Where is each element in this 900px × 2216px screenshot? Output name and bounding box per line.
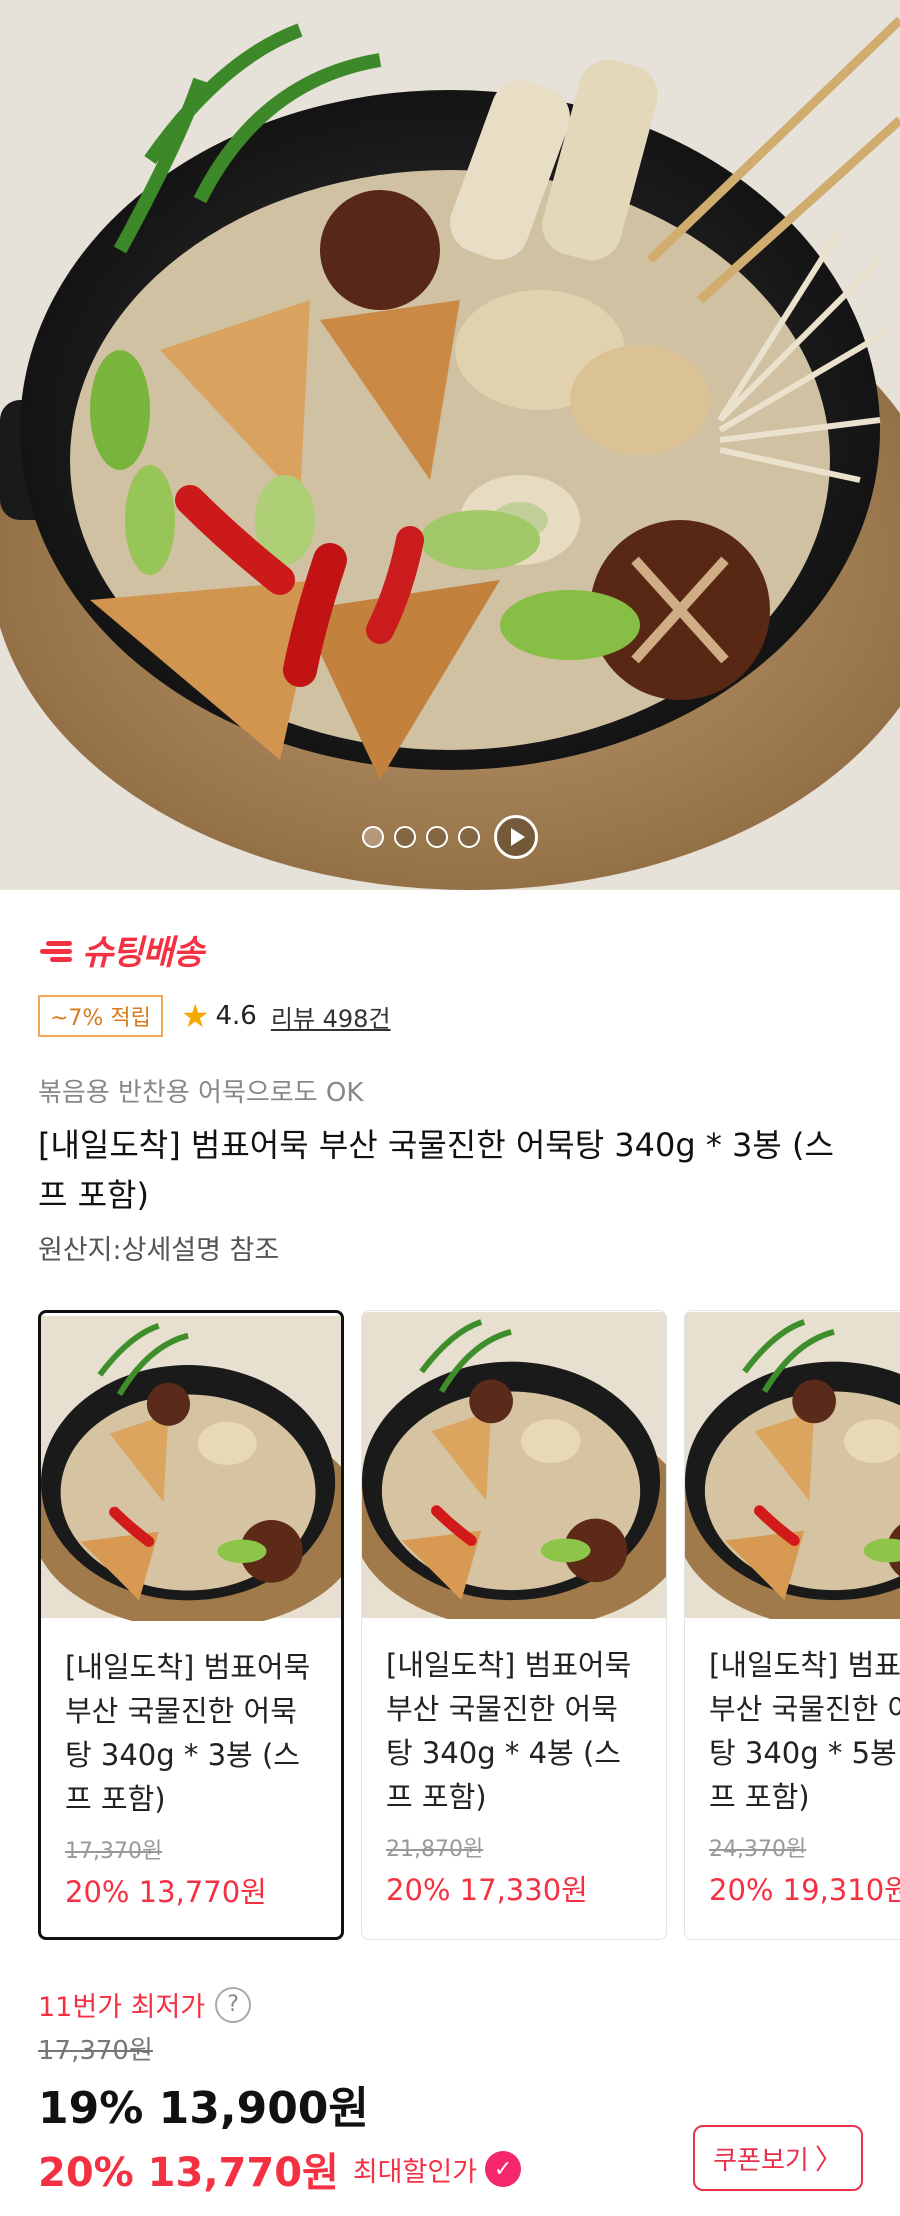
delivery-label: 슈팅배송 <box>82 933 204 973</box>
carousel-dot-3[interactable] <box>426 826 448 848</box>
rating-row: ~7% 적립 ★ 4.6 리뷰 498건 <box>38 995 391 1037</box>
option-price: 20% 17,330원 <box>386 1873 588 1907</box>
carousel-play-button[interactable] <box>494 815 538 859</box>
carousel-indicator <box>362 815 538 859</box>
option-title: [내일도착] 범표어묵 부산 국물진한 어묵탕 340g * 5봉 (스프 포함… <box>709 1648 900 1814</box>
option-price: 20% 13,770원 <box>65 1875 267 1909</box>
points-badge: ~7% 적립 <box>38 995 163 1037</box>
product-subtitle: 볶음용 반찬용 어묵으로도 OK <box>38 1078 364 1108</box>
option-original-price: 21,870원 <box>386 1837 484 1862</box>
option-card-2[interactable]: [내일도착] 범표어묵 부산 국물진한 어묵탕 340g * 4봉 (스프 포함… <box>361 1310 667 1940</box>
max-discount-row: 20% 13,770원 최대할인가 ✓ <box>38 2140 522 2198</box>
carousel-dot-4[interactable] <box>458 826 480 848</box>
help-icon[interactable]: ? <box>215 1986 252 2023</box>
original-price: 17,370원 <box>38 2036 153 2066</box>
lowest-price-label: 11번가 최저가 <box>38 1992 206 2023</box>
play-icon <box>511 828 525 846</box>
option-title: [내일도착] 범표어묵 부산 국물진한 어묵탕 340g * 4봉 (스프 포함… <box>386 1648 632 1814</box>
rating-score: 4.6 <box>215 1001 257 1031</box>
option-original-price: 24,370원 <box>709 1837 807 1862</box>
option-title: [내일도착] 범표어묵 부산 국물진한 어묵탕 340g * 3봉 (스프 포함… <box>65 1650 311 1816</box>
carousel-dot-2[interactable] <box>394 826 416 848</box>
product-title: [내일도착] 범표어묵 부산 국물진한 어묵탕 340g * 3봉 (스프 포함… <box>38 1126 834 1214</box>
chevron-right-icon: 〉 <box>814 2143 843 2176</box>
shooting-delivery-logo: 슈팅배송 <box>38 925 204 974</box>
hero-illustration <box>0 0 900 890</box>
option-thumbnail <box>685 1312 900 1619</box>
product-origin: 원산지:상세설명 참조 <box>38 1235 280 1266</box>
product-hero-image[interactable] <box>0 0 900 890</box>
max-discount-price: 20% 13,770원 <box>38 2150 339 2196</box>
option-thumbnail <box>362 1312 666 1619</box>
check-icon: ✓ <box>485 2151 522 2187</box>
lowest-price-row: 11번가 최저가 ? <box>38 1985 252 2024</box>
carousel-dot-1[interactable] <box>362 826 384 848</box>
speed-lines-icon <box>38 935 76 965</box>
coupon-button-label: 쿠폰보기 <box>713 2145 809 2176</box>
option-original-price: 17,370원 <box>65 1839 163 1864</box>
option-card-1[interactable]: [내일도착] 범표어묵 부산 국물진한 어묵탕 340g * 3봉 (스프 포함… <box>38 1310 344 1940</box>
option-thumbnail <box>41 1316 341 1621</box>
sale-price: 19% 13,900원 <box>38 2083 369 2134</box>
star-icon: ★ <box>180 997 210 1035</box>
option-carousel[interactable]: [내일도착] 범표어묵 부산 국물진한 어묵탕 340g * 3봉 (스프 포함… <box>38 1310 900 1942</box>
option-card-3[interactable]: [내일도착] 범표어묵 부산 국물진한 어묵탕 340g * 5봉 (스프 포함… <box>684 1310 900 1940</box>
review-count-link[interactable]: 리뷰 498건 <box>271 999 391 1034</box>
option-price: 20% 19,310원 <box>709 1873 900 1907</box>
coupon-view-button[interactable]: 쿠폰보기 〉 <box>693 2125 863 2191</box>
max-discount-label: 최대할인가 <box>352 2156 478 2188</box>
